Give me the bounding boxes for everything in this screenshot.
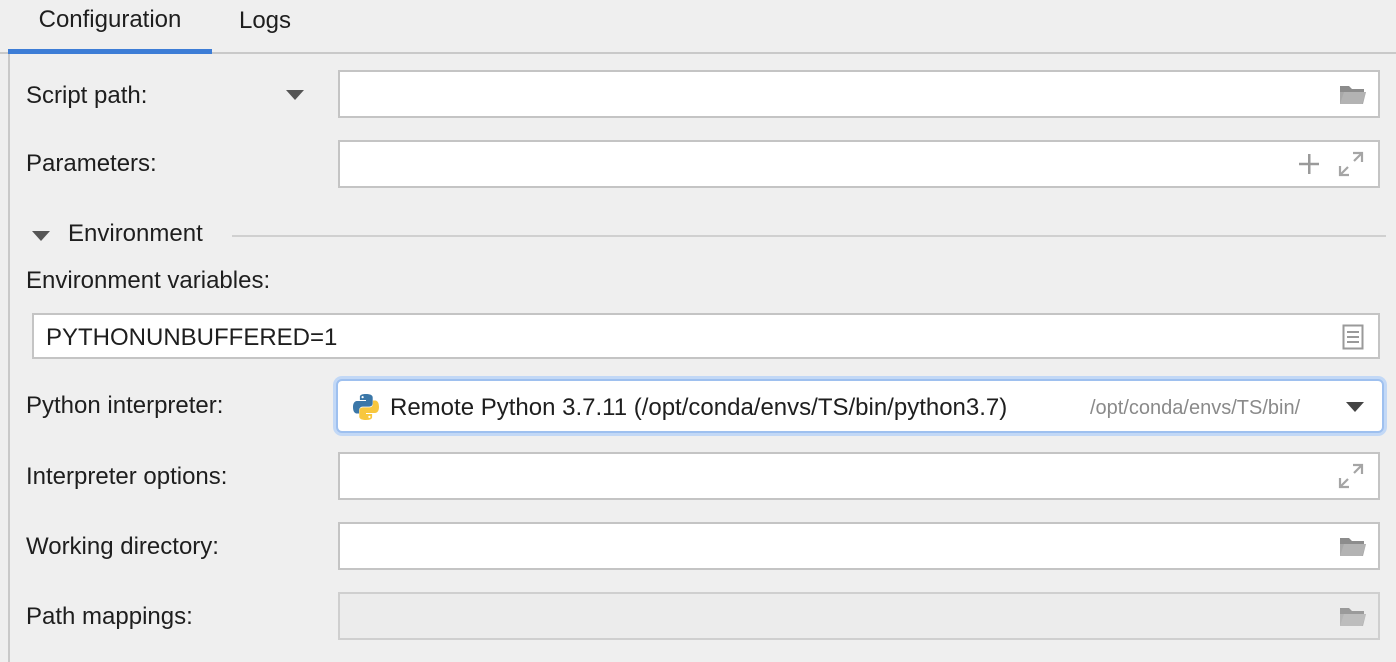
python-icon bbox=[352, 393, 380, 428]
tab-bar: Configuration Logs bbox=[0, 0, 1396, 54]
folder-icon[interactable] bbox=[1338, 82, 1368, 106]
parameters-input[interactable] bbox=[338, 140, 1380, 188]
interpreter-options-label: Interpreter options: bbox=[26, 463, 228, 490]
expand-icon[interactable] bbox=[1338, 151, 1364, 177]
tab-configuration[interactable]: Configuration bbox=[8, 0, 212, 54]
script-path-label: Script path: bbox=[26, 82, 148, 109]
env-vars-input[interactable]: PYTHONUNBUFFERED=1 bbox=[32, 313, 1380, 359]
tab-configuration-label: Configuration bbox=[38, 5, 182, 33]
parameters-label: Parameters: bbox=[26, 150, 157, 177]
interpreter-path-hint: /opt/conda/envs/TS/bin/ bbox=[1090, 397, 1301, 419]
env-vars-value: PYTHONUNBUFFERED=1 bbox=[46, 324, 338, 351]
python-interpreter-select[interactable]: Remote Python 3.7.11 (/opt/conda/envs/TS… bbox=[336, 379, 1384, 433]
add-icon[interactable] bbox=[1298, 153, 1320, 175]
environment-collapse-icon[interactable] bbox=[32, 231, 50, 241]
script-path-input[interactable] bbox=[338, 70, 1380, 118]
interpreter-options-input[interactable] bbox=[338, 452, 1380, 500]
section-divider bbox=[232, 235, 1386, 237]
folder-icon[interactable] bbox=[1338, 604, 1368, 628]
env-vars-label: Environment variables: bbox=[26, 267, 271, 294]
tab-logs-label: Logs bbox=[238, 7, 292, 34]
interpreter-name: Remote Python 3.7.11 (/opt/conda/envs/TS… bbox=[390, 394, 1008, 421]
edit-list-icon[interactable] bbox=[1342, 324, 1364, 357]
path-mappings-label: Path mappings: bbox=[26, 603, 193, 630]
working-directory-input[interactable] bbox=[338, 522, 1380, 570]
folder-icon[interactable] bbox=[1338, 534, 1368, 558]
path-mappings-input[interactable] bbox=[338, 592, 1380, 640]
script-path-type-dropdown[interactable] bbox=[286, 90, 304, 100]
expand-icon[interactable] bbox=[1338, 463, 1364, 489]
python-interpreter-label: Python interpreter: bbox=[26, 392, 224, 419]
environment-section-title: Environment bbox=[68, 220, 203, 247]
tab-logs[interactable]: Logs bbox=[222, 0, 308, 54]
chevron-down-icon[interactable] bbox=[1346, 402, 1364, 412]
working-directory-label: Working directory: bbox=[26, 533, 219, 560]
